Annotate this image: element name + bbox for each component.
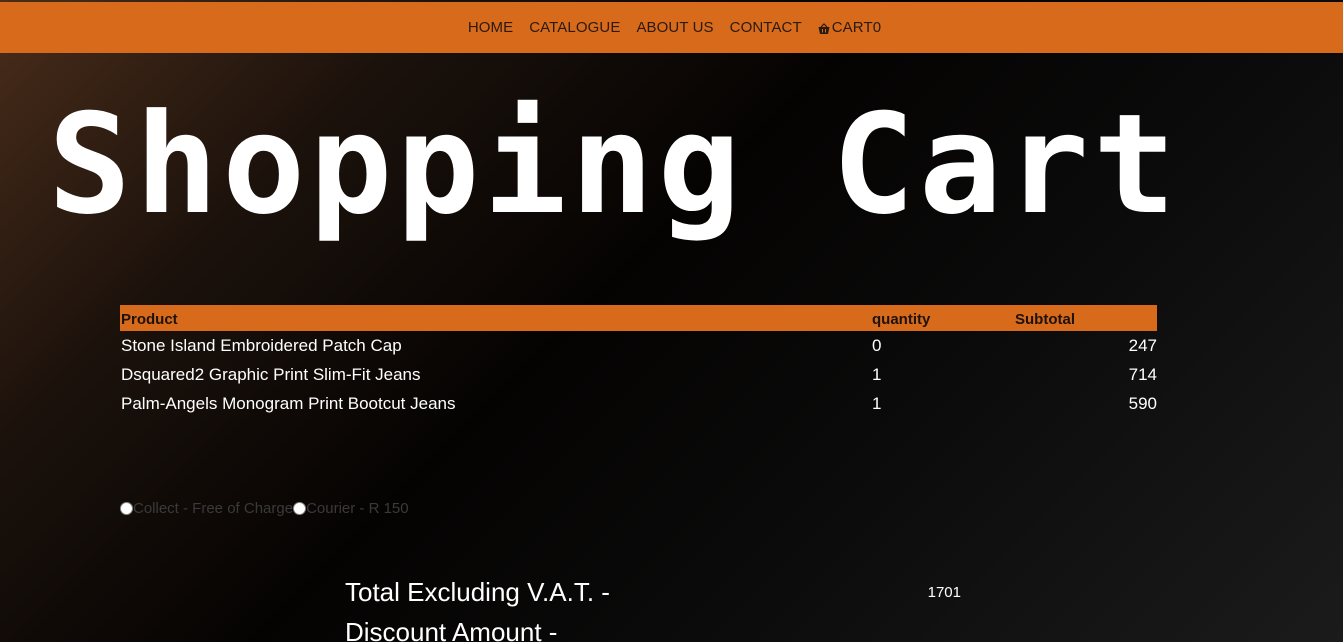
nav-about-link[interactable]: ABOUT US (636, 19, 713, 36)
table-row: Dsquared2 Graphic Print Slim-Fit Jeans 1… (120, 360, 1198, 389)
nav-catalogue-link[interactable]: CATALOGUE (529, 19, 620, 36)
totals-section: Total Excluding V.A.T. - 1701 Discount A… (345, 572, 985, 642)
nav-contact-link[interactable]: CONTACT (730, 19, 802, 36)
discount-label: Discount Amount - (345, 616, 558, 642)
main-nav: HOME CATALOGUE ABOUT US CONTACT CART0 (468, 19, 881, 36)
table-row: Stone Island Embroidered Patch Cap 0 247 (120, 331, 1198, 360)
cell-product: Palm-Angels Monogram Print Bootcut Jeans (121, 393, 456, 413)
cell-spacer (1157, 360, 1198, 389)
cell-quantity: 1 (872, 364, 882, 384)
collect-label[interactable]: Collect - Free of Charge (133, 500, 293, 517)
nav-cart-link[interactable]: CART0 (818, 19, 881, 36)
nav-home-link[interactable]: HOME (468, 19, 513, 36)
cell-quantity: 0 (872, 335, 882, 355)
cart-table: Product quantity Subtotal Stone Island E… (120, 305, 1198, 418)
total-excl-vat-label: Total Excluding V.A.T. - (345, 576, 610, 607)
header-subtotal: Subtotal (1014, 305, 1157, 331)
top-navbar: HOME CATALOGUE ABOUT US CONTACT CART0 (0, 2, 1343, 53)
total-excl-vat-value: 1701 (927, 583, 961, 601)
total-excl-vat-row: Total Excluding V.A.T. - 1701 (345, 572, 985, 612)
delivery-options: Collect - Free of Charge Courier - R 150 (120, 500, 409, 517)
cell-quantity: 1 (872, 393, 882, 413)
cell-subtotal: 247 (1128, 335, 1157, 355)
discount-row: Discount Amount - (345, 612, 985, 642)
basket-icon (818, 22, 830, 34)
courier-label[interactable]: Courier - R 150 (306, 500, 409, 517)
cell-spacer (1157, 331, 1198, 360)
cell-subtotal: 714 (1128, 364, 1157, 384)
cell-spacer (1157, 389, 1198, 418)
header-product: Product (120, 305, 871, 331)
courier-radio[interactable] (293, 502, 307, 515)
collect-radio[interactable] (120, 502, 133, 515)
table-header-row: Product quantity Subtotal (120, 305, 1198, 331)
cell-product: Stone Island Embroidered Patch Cap (121, 335, 402, 355)
page-title: Shopping Cart (48, 84, 1181, 245)
header-spacer (1157, 305, 1198, 331)
cell-subtotal: 590 (1128, 393, 1157, 413)
table-row: Palm-Angels Monogram Print Bootcut Jeans… (120, 389, 1198, 418)
cart-label: CART0 (831, 19, 882, 36)
header-quantity: quantity (871, 305, 1014, 331)
cell-product: Dsquared2 Graphic Print Slim-Fit Jeans (121, 364, 421, 384)
